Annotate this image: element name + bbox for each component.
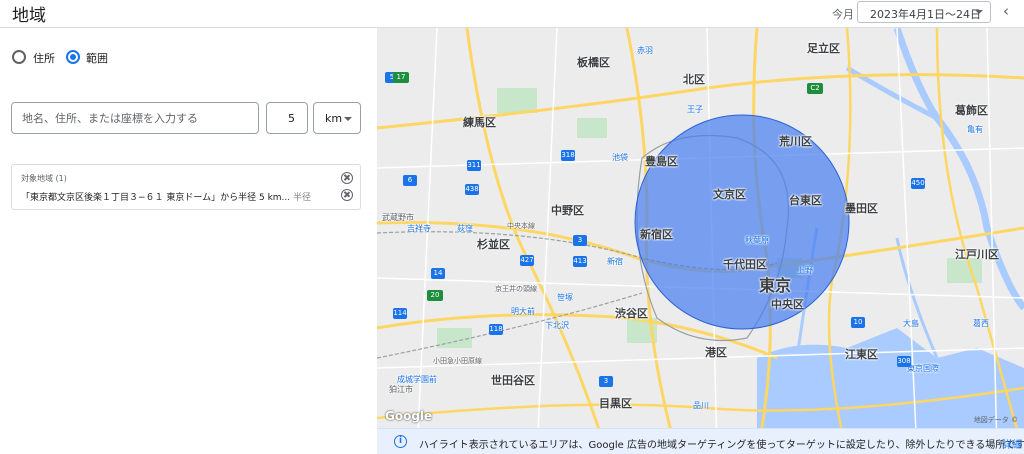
route-badge: 3 [599,376,613,387]
page-header: 地域 今月 2023年4月1日～24日 ‹ [0,0,1024,28]
map-label-meidaimae: 明大前 [511,307,535,316]
map-label-shinjuku: 新宿区 [640,228,673,241]
info-icon: i [394,435,407,448]
period-label: 今月 [832,8,854,21]
map-label-kasai: 葛西 [973,319,989,328]
route-badge: 438 [465,184,479,195]
route-badge: 450 [911,178,925,189]
route-badge: 427 [520,255,534,266]
map-label-katsushika: 葛飾区 [955,104,988,117]
map-copyright: 地図データ © [973,416,1018,424]
route-badge: 413 [573,256,587,267]
radius-unit-select[interactable]: km [313,102,361,134]
map-label-tokyo: 東京 [759,276,792,295]
targeted-locations-title: 対象地域 (1) [21,174,67,183]
remove-all-icon[interactable] [341,172,353,184]
route-badge: 114 [393,308,407,319]
route-badge: 14 [431,268,445,279]
radio-address-label[interactable]: 住所 [33,50,55,66]
map-label-nakano: 中野区 [551,204,584,217]
map-view[interactable]: 足立区 板橋区 北区 葛飾区 練馬区 荒川区 豊島区 文京区 台東区 墨田区 中… [377,28,1024,454]
map-label-bunkyo: 文京区 [713,188,746,201]
route-badge: 318 [561,150,575,161]
targeted-location-item: 「東京都文京区後楽１丁目３−６１ 東京ドーム」から半径 5 km... 半径 [21,190,321,203]
map-label-suginami: 杉並区 [477,238,510,251]
map-label-akihabara: 秋葉原 [745,236,769,245]
location-panel: 住所 範囲 km 対象地域 (1) 「東京都文京区後楽１丁目３−６１ 東京ドーム… [0,28,377,454]
map-label-ogikubo: 荻窪 [457,224,473,233]
radio-radius[interactable] [66,50,80,64]
map-label-keio-line: 京王井の頭線 [495,285,537,293]
route-badge: 311 [467,160,481,171]
map-label-odakyu-line: 小田急小田原線 [433,357,482,365]
dropdown-arrow-icon [344,117,352,121]
map-label-oji: 王子 [687,105,703,114]
map-label-shinagawa: 品川 [693,401,709,410]
map-label-ikebukuro: 池袋 [612,153,628,162]
targeted-locations-box: 対象地域 (1) 「東京都文京区後楽１丁目３−６１ 東京ドーム」から半径 5 k… [11,164,361,210]
map-label-chuo-line: 中央本線 [507,222,535,230]
map-label-shinjuku-station: 新宿 [607,257,623,266]
map-label-kichijoji: 吉祥寺 [407,224,431,233]
map-label-meguro: 目黒区 [599,397,632,410]
map-label-itabashi: 板橋区 [577,56,610,69]
map-label-arakawa: 荒川区 [779,135,812,148]
page-title: 地域 [12,6,46,26]
learn-more-link[interactable]: 詳細 [1002,436,1022,451]
map-label-toshima: 豊島区 [645,155,678,168]
route-badge: 3 [573,235,587,246]
radio-address[interactable] [12,50,26,64]
route-badge: 6 [403,175,417,186]
route-badge: 308 [897,356,911,367]
radius-unit-value: km [325,112,343,125]
google-logo: Google [385,409,433,423]
map-label-akabane: 赤羽 [637,46,653,55]
radio-radius-label[interactable]: 範囲 [86,50,108,66]
info-text: ハイライト表示されているエリアは、Google 広告の地域ターゲティングを使って… [419,440,1024,451]
map-label-setagaya: 世田谷区 [491,374,535,387]
map-label-kameari: 亀有 [967,125,983,134]
map-label-taito: 台東区 [789,194,822,207]
map-label-musashino: 武蔵野市 [382,213,414,222]
date-range-value: 2023年4月1日～24日 [870,8,981,21]
map-label-koto: 江東区 [845,348,878,361]
route-badge: 20 [427,290,443,301]
radius-value-input[interactable] [266,102,308,134]
map-label-sasazuka: 笹塚 [557,293,573,302]
chevron-left-icon[interactable]: ‹ [997,2,1015,22]
map-label-ueno: 上野 [797,266,813,275]
map-label-sumida: 墨田区 [845,202,878,215]
info-banner: i ハイライト表示されているエリアは、Google 広告の地域ターゲティングを使… [377,428,1024,454]
route-badge: C2 [807,83,823,94]
dropdown-arrow-icon [975,10,983,14]
map-label-minato: 港区 [705,346,727,359]
map-label-shibuya: 渋谷区 [615,307,648,320]
map-canvas [377,28,1024,454]
map-label-chuo: 中央区 [771,298,804,311]
target-radius-circle [634,114,850,330]
route-badge: 118 [489,324,503,335]
map-label-shimokitazawa: 下北沢 [545,321,569,330]
map-label-kokusai: 東京国際 [907,364,939,373]
map-label-edogawa: 江戸川区 [955,248,999,261]
map-label-chiyoda: 千代田区 [723,258,767,271]
map-label-adachi: 足立区 [807,42,840,55]
route-badge: 10 [851,317,865,328]
map-label-kita: 北区 [683,73,705,86]
remove-location-icon[interactable] [341,189,353,201]
map-label-komae: 狛江市 [389,385,413,394]
map-label-nerima: 練馬区 [463,116,496,129]
map-label-ojima: 大島 [903,319,919,328]
date-range-picker[interactable]: 2023年4月1日～24日 [857,1,991,23]
location-search-input[interactable] [11,102,259,134]
targeted-location-type: 半径 [293,193,312,203]
targeted-location-text: 「東京都文京区後楽１丁目３−６１ 東京ドーム」から半径 5 km... [21,193,291,203]
route-badge: 17 [393,72,409,83]
